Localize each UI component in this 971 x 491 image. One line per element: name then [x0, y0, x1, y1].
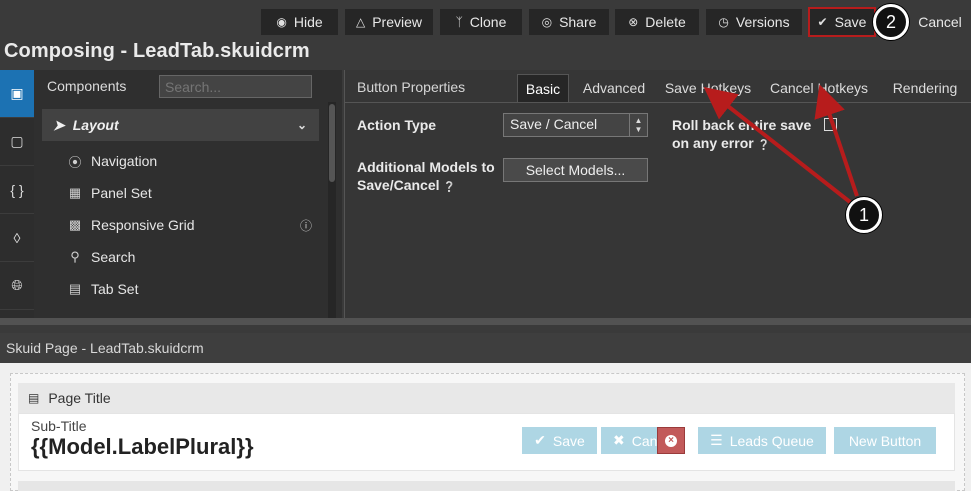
callout-two: 2 [873, 4, 909, 40]
callout-one: 1 [846, 197, 882, 233]
arrow-to-cancel-hotkeys [814, 84, 859, 197]
annotation-arrows [703, 84, 859, 204]
skuid-composer: ◉ Hide △ Preview ᛉ Clone ◎ Share ⊗ Delet… [0, 0, 971, 491]
